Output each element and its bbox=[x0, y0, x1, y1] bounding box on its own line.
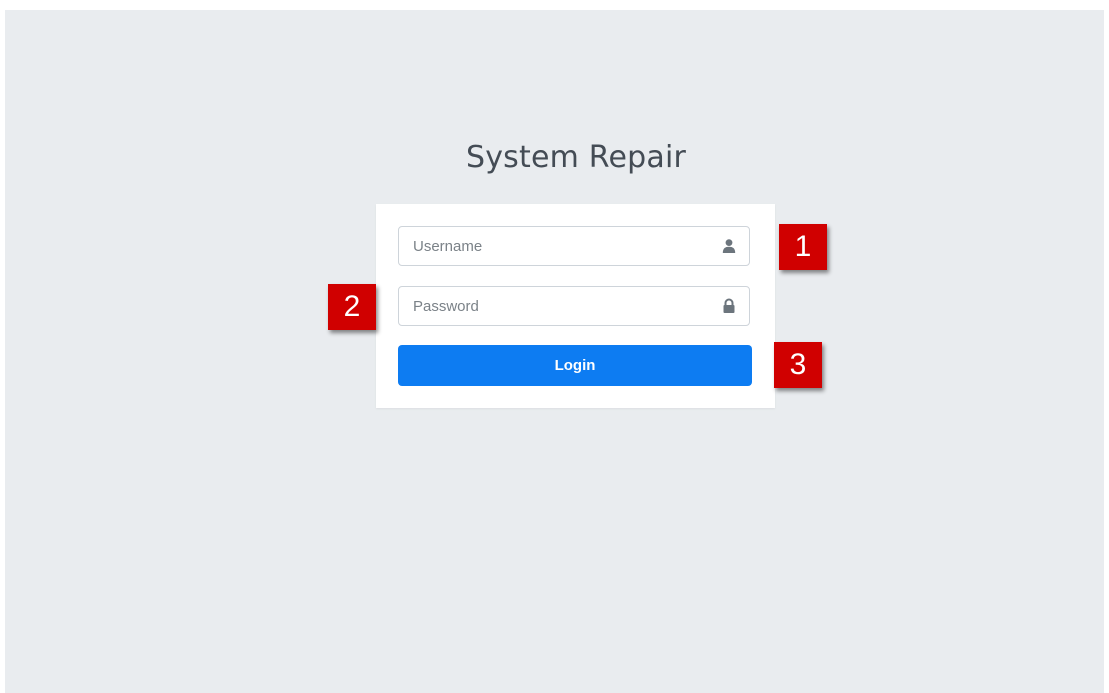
password-field-wrapper bbox=[398, 286, 750, 326]
callout-badge-1: 1 bbox=[779, 224, 827, 270]
user-icon bbox=[721, 238, 737, 254]
callout-badge-2: 2 bbox=[328, 284, 376, 330]
callout-badge-3: 3 bbox=[774, 342, 822, 388]
login-button[interactable]: Login bbox=[398, 345, 752, 386]
lock-icon bbox=[721, 298, 737, 314]
password-input[interactable] bbox=[399, 287, 709, 325]
username-field-wrapper bbox=[398, 226, 750, 266]
page-title: System Repair bbox=[465, 140, 687, 175]
login-card: Login bbox=[376, 204, 775, 408]
username-input[interactable] bbox=[399, 227, 709, 265]
